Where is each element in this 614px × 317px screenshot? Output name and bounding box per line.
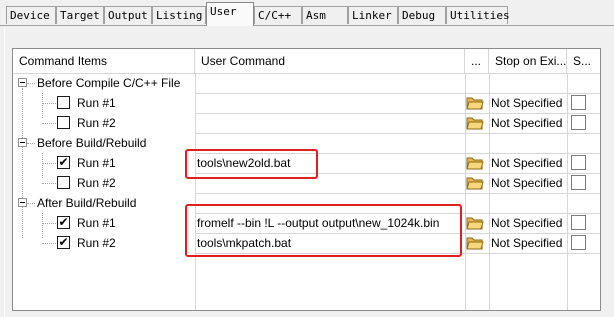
run-label: Run #2 [77, 236, 116, 250]
grid-header: Command Items User Command ... Stop on E… [13, 49, 600, 74]
column-header-stop-on-exit[interactable]: Stop on Exi... [489, 49, 567, 73]
tab-user[interactable]: User [206, 2, 254, 26]
tree-collapse-icon[interactable] [18, 138, 27, 147]
folder-open-icon[interactable] [466, 214, 484, 231]
run-enable-checkbox[interactable]: ✔ [57, 216, 70, 229]
tree-line [42, 103, 56, 104]
command-row[interactable]: ✔ Run #1 fromelf --bin !L --output outpu… [13, 213, 600, 233]
s-checkbox[interactable] [571, 155, 586, 170]
group-label: Before Build/Rebuild [37, 136, 147, 150]
command-row[interactable]: Run #2 Not Specified [13, 173, 600, 193]
stop-on-exit-value[interactable]: Not Specified [491, 153, 562, 173]
column-header-command-items[interactable]: Command Items [13, 49, 195, 73]
group-label: After Build/Rebuild [37, 196, 137, 210]
row-divider [195, 253, 600, 254]
tab-debug[interactable]: Debug [398, 6, 446, 24]
tree-line [27, 143, 35, 144]
tab-linker[interactable]: Linker [348, 6, 398, 24]
tab-utilities[interactable]: Utilities [446, 6, 510, 24]
run-enable-checkbox[interactable] [57, 116, 70, 129]
stop-on-exit-value[interactable]: Not Specified [491, 233, 562, 253]
tab-cpp[interactable]: C/C++ [254, 6, 302, 24]
folder-open-icon[interactable] [466, 114, 484, 131]
tree-line [42, 123, 56, 124]
column-header-user-command[interactable]: User Command [195, 49, 465, 73]
folder-open-icon[interactable] [466, 234, 484, 251]
tree-collapse-icon[interactable] [18, 78, 27, 87]
command-row[interactable]: ✔ Run #1 tools\new2old.bat Not Specified [13, 153, 600, 173]
run-enable-checkbox[interactable]: ✔ [57, 156, 70, 169]
tree-line [42, 223, 56, 224]
command-row[interactable]: ✔ Run #2 tools\mkpatch.bat Not Specified [13, 233, 600, 253]
folder-open-icon[interactable] [466, 94, 484, 111]
column-header-browse[interactable]: ... [465, 49, 489, 73]
user-command-field[interactable]: tools\mkpatch.bat [197, 233, 291, 253]
folder-open-icon[interactable] [466, 154, 484, 171]
group-label: Before Compile C/C++ File [37, 76, 181, 90]
folder-open-icon[interactable] [466, 174, 484, 191]
tab-listing[interactable]: Listing [152, 6, 206, 24]
run-label: Run #2 [77, 176, 116, 190]
run-enable-checkbox[interactable] [57, 176, 70, 189]
user-commands-grid: Command Items User Command ... Stop on E… [12, 48, 601, 311]
s-checkbox[interactable] [571, 175, 586, 190]
tab-bar: Device Target Output Listing User C/C++ … [0, 0, 614, 26]
stop-on-exit-value[interactable]: Not Specified [491, 93, 562, 113]
tree-group-row[interactable]: Before Build/Rebuild [13, 133, 600, 153]
s-checkbox[interactable] [571, 235, 586, 250]
tab-bar-divider [0, 25, 614, 26]
tree-line [42, 183, 56, 184]
stop-on-exit-value[interactable]: Not Specified [491, 173, 562, 193]
tab-output[interactable]: Output [104, 6, 152, 24]
s-checkbox[interactable] [571, 215, 586, 230]
run-enable-checkbox[interactable]: ✔ [57, 236, 70, 249]
user-command-field[interactable]: tools\new2old.bat [197, 153, 290, 173]
s-checkbox[interactable] [571, 115, 586, 130]
tab-target[interactable]: Target [56, 6, 104, 24]
stop-on-exit-value[interactable]: Not Specified [491, 113, 562, 133]
tree-collapse-icon[interactable] [18, 198, 27, 207]
stop-on-exit-value[interactable]: Not Specified [491, 213, 562, 233]
s-checkbox[interactable] [571, 95, 586, 110]
tree-line [42, 163, 56, 164]
tree-line [27, 83, 35, 84]
tree-group-row[interactable]: Before Compile C/C++ File [13, 73, 600, 93]
user-command-field[interactable]: fromelf --bin !L --output output\new_102… [197, 213, 439, 233]
run-label: Run #1 [77, 96, 116, 110]
tab-asm[interactable]: Asm [302, 6, 348, 24]
tree-group-row[interactable]: After Build/Rebuild [13, 193, 600, 213]
tree-line [42, 243, 56, 244]
tree-line [27, 203, 35, 204]
run-label: Run #1 [77, 156, 116, 170]
tab-device[interactable]: Device [6, 6, 56, 24]
run-enable-checkbox[interactable] [57, 96, 70, 109]
column-header-s[interactable]: S... [567, 49, 600, 73]
run-label: Run #1 [77, 216, 116, 230]
run-label: Run #2 [77, 116, 116, 130]
command-row[interactable]: Run #2 Not Specified [13, 113, 600, 133]
command-row[interactable]: Run #1 Not Specified [13, 93, 600, 113]
